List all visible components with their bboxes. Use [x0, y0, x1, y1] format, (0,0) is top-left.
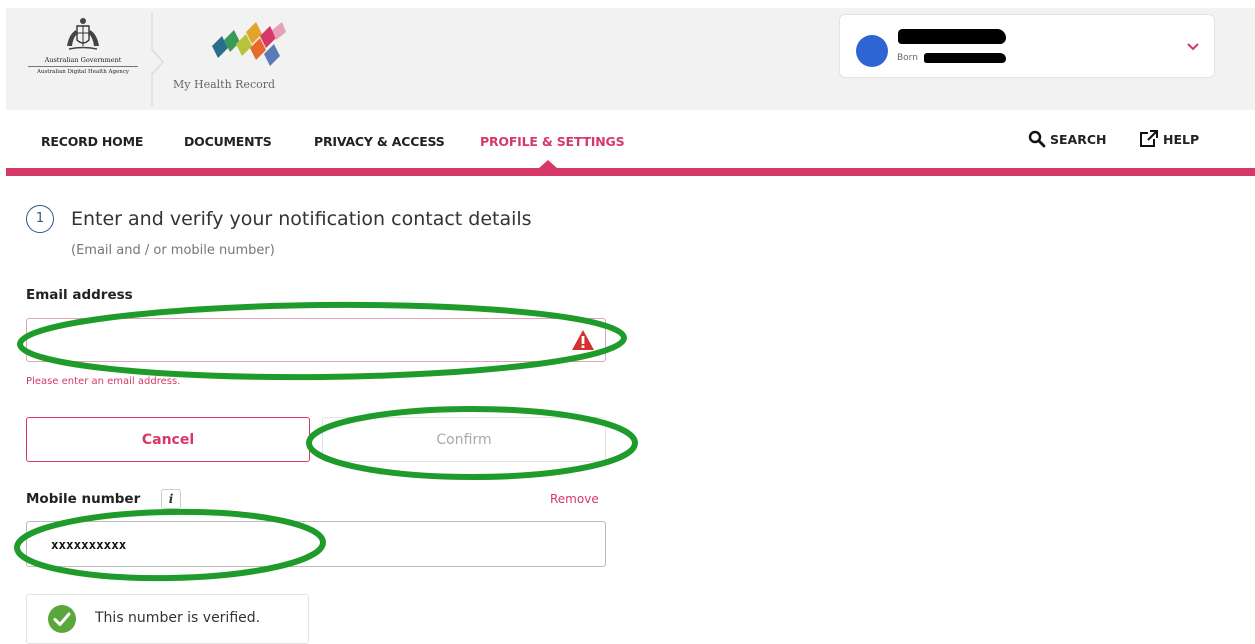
- verified-status: This number is verified.: [26, 594, 309, 644]
- nav-accent-bar: [6, 168, 1255, 176]
- search-label: SEARCH: [1050, 131, 1107, 147]
- main-navigation: RECORD HOME DOCUMENTS PRIVACY & ACCESS P…: [6, 110, 1255, 176]
- check-circle-icon: [48, 605, 76, 633]
- nav-privacy-access[interactable]: PRIVACY & ACCESS: [314, 134, 445, 149]
- gov-divider: [28, 66, 138, 67]
- mobile-input[interactable]: [26, 521, 606, 567]
- avatar: [856, 35, 888, 67]
- born-label: Born: [897, 53, 918, 63]
- email-input[interactable]: [26, 318, 606, 362]
- email-label: Email address: [26, 287, 133, 303]
- coat-of-arms-icon: [67, 18, 99, 50]
- search-icon: [1028, 130, 1046, 148]
- external-link-icon: [1140, 130, 1158, 147]
- page-subtitle: (Email and / or mobile number): [71, 243, 275, 258]
- help-button[interactable]: HELP: [1139, 130, 1199, 148]
- active-tab-indicator: [539, 160, 557, 168]
- logo-divider-chevron: [151, 12, 165, 106]
- mobile-label: Mobile number: [26, 491, 141, 507]
- site-header: Australian Government Australian Digital…: [6, 8, 1255, 110]
- chevron-down-icon[interactable]: [1186, 42, 1200, 52]
- nav-documents[interactable]: DOCUMENTS: [184, 134, 272, 149]
- remove-mobile-link[interactable]: Remove: [550, 492, 599, 506]
- profile-switcher[interactable]: Born: [839, 14, 1215, 78]
- warning-icon: [572, 330, 594, 350]
- page-title: Enter and verify your notification conta…: [71, 208, 532, 230]
- redacted-birth-date: [924, 53, 1006, 63]
- app-name: My Health Record: [173, 78, 276, 91]
- verified-text: This number is verified.: [95, 610, 261, 626]
- nav-record-home[interactable]: RECORD HOME: [41, 134, 143, 149]
- my-health-record-logo-icon[interactable]: [206, 22, 290, 70]
- step-number: 1: [26, 205, 54, 233]
- email-error-message: Please enter an email address.: [26, 376, 181, 387]
- agency-name: Australian Digital Health Agency: [36, 69, 130, 75]
- info-icon[interactable]: i: [161, 489, 181, 509]
- australian-government-logo[interactable]: Australian Government Australian Digital…: [20, 16, 146, 96]
- search-button[interactable]: SEARCH: [1028, 130, 1106, 148]
- redacted-name: [898, 29, 1006, 44]
- cancel-button[interactable]: Cancel: [26, 417, 310, 462]
- confirm-button[interactable]: Confirm: [322, 417, 606, 462]
- gov-name: Australian Government: [44, 56, 122, 64]
- help-label: HELP: [1163, 131, 1200, 147]
- nav-profile-settings[interactable]: PROFILE & SETTINGS: [480, 134, 625, 149]
